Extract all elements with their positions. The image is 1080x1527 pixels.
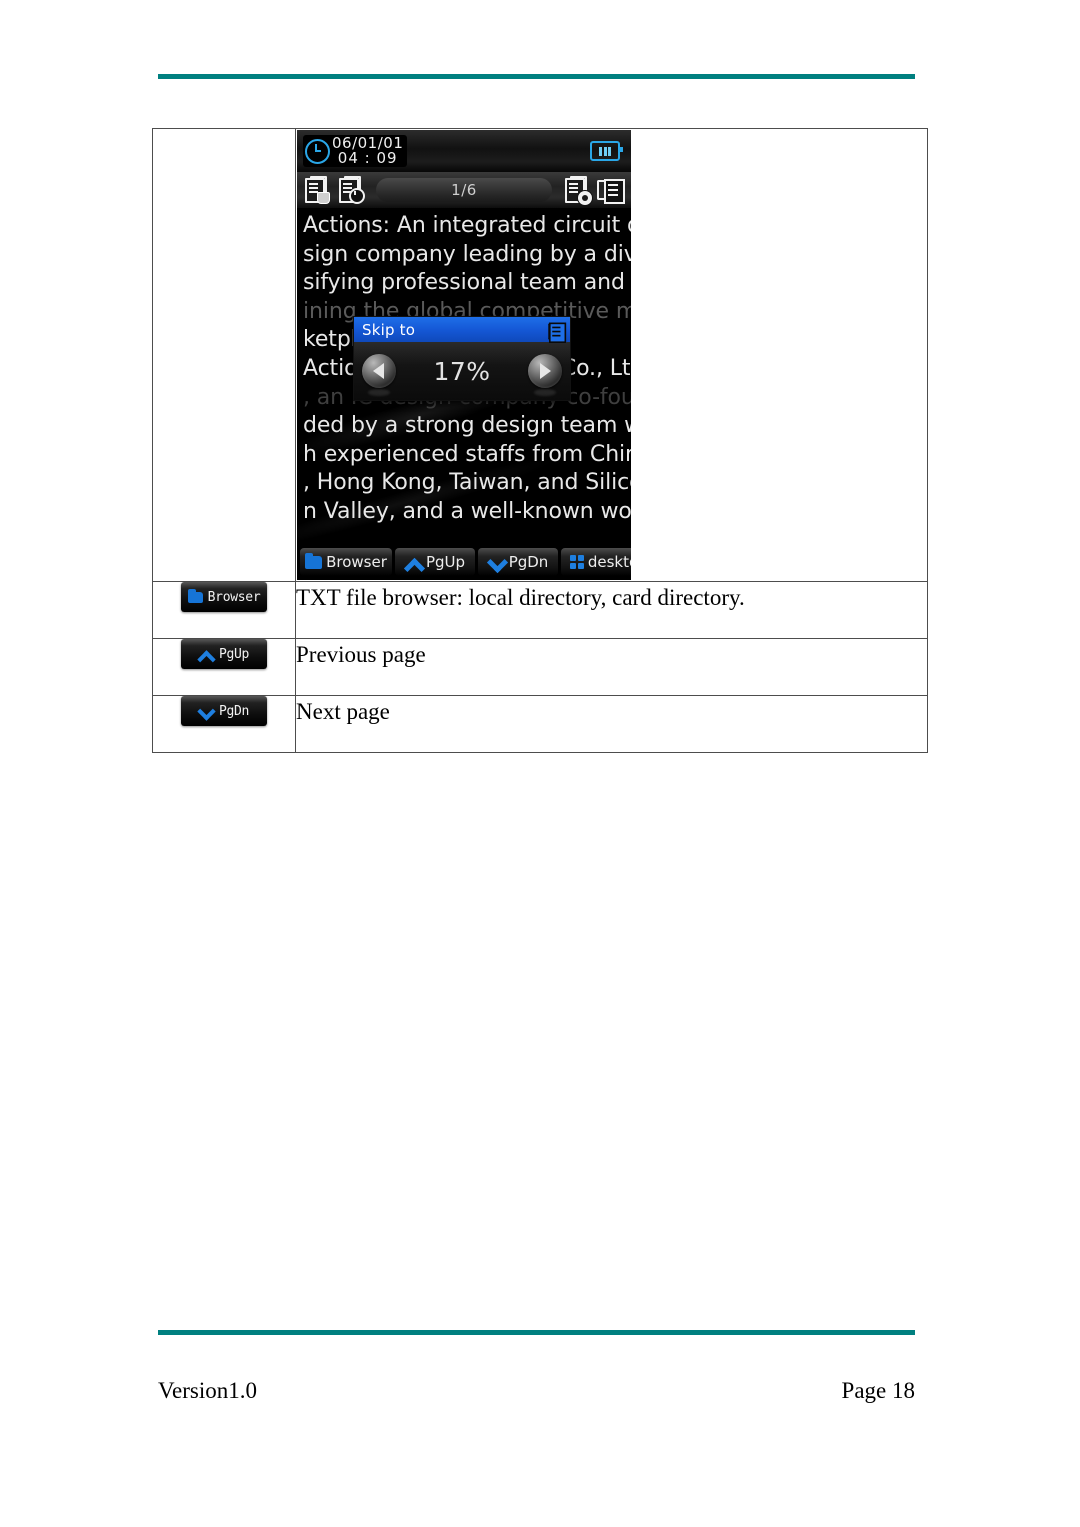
device-screen: 06/01/01 04 : 09 1/6 Actions: An integra… — [297, 130, 631, 580]
chevron-down-icon — [488, 556, 505, 568]
softkey-browser[interactable]: Browser — [300, 548, 392, 576]
status-time: 04 : 09 — [337, 149, 398, 167]
reader-line: , Hong Kong, Taiwan, and Silico — [303, 470, 631, 496]
button-description-cell: Previous page — [295, 638, 928, 696]
header-rule — [158, 74, 915, 79]
arrow-left-icon — [372, 363, 384, 379]
reader-line: ded by a strong design team wit — [303, 413, 631, 439]
device-screenshot-cell: 06/01/01 04 : 09 1/6 Actions: An integra… — [295, 128, 928, 582]
button-reference-table: 06/01/01 04 : 09 1/6 Actions: An integra… — [152, 128, 928, 753]
softkey-label: PgUp — [425, 553, 466, 571]
softkey-desktop[interactable]: deskto — [561, 548, 631, 576]
reader-line: h experienced staffs from China — [303, 441, 631, 467]
device-softkey-bar: Browser PgUp PgDn deskto — [297, 544, 631, 580]
clock-icon — [305, 138, 330, 164]
page-indicator[interactable]: 1/6 — [376, 178, 552, 202]
pgup-button-chip[interactable]: PgUp — [181, 639, 267, 669]
pgdn-button-chip[interactable]: PgDn — [181, 696, 267, 726]
folder-icon — [305, 552, 323, 569]
folder-icon — [187, 588, 203, 603]
arrow-right-icon — [540, 363, 552, 379]
skip-to-dialog-titlebar: Skip to — [354, 317, 570, 344]
softkey-pgdn[interactable]: PgDn — [478, 548, 558, 576]
chip-label: PgUp — [218, 646, 250, 662]
chevron-up-icon — [405, 556, 422, 568]
table-row: Browser TXT file browser: local director… — [152, 581, 928, 639]
softkey-pgup[interactable]: PgUp — [395, 548, 475, 576]
browser-button-chip[interactable]: Browser — [181, 582, 267, 612]
skip-to-next-button[interactable] — [527, 354, 562, 388]
reader-line: sign company leading by a diver — [303, 241, 631, 267]
reader-line: n Valley, and a well-known worl — [303, 498, 631, 524]
skip-to-icon[interactable] — [596, 177, 626, 204]
reader-line: Actions: An integrated circuit de — [303, 213, 631, 238]
empty-cell — [152, 128, 296, 582]
table-row: PgUp Previous page — [152, 638, 928, 696]
softkey-label: deskto — [587, 553, 631, 571]
footer-rule — [158, 1330, 915, 1335]
clock-block: 06/01/01 04 : 09 — [303, 134, 408, 168]
button-icon-cell: PgDn — [152, 695, 296, 753]
doc-settings-gear-icon[interactable] — [562, 176, 592, 205]
bookmark-doc-icon[interactable] — [302, 176, 332, 204]
reader-line: sifying professional team and jo — [303, 270, 631, 296]
table-row: PgDn Next page — [152, 695, 928, 753]
chip-label: Browser — [207, 589, 261, 605]
chip-label: PgDn — [218, 703, 250, 719]
chevron-up-icon — [199, 649, 214, 660]
skip-to-dialog-body: 17% — [354, 342, 570, 400]
recent-doc-icon[interactable] — [336, 176, 366, 204]
skip-to-dialog: Skip to 17% — [353, 316, 571, 401]
footer-page-number: Page 18 — [841, 1378, 915, 1403]
skip-to-dialog-title: Skip to — [362, 320, 416, 339]
grid-icon — [569, 555, 584, 569]
softkey-label: Browser — [326, 553, 387, 571]
table-row-screenshot: 06/01/01 04 : 09 1/6 Actions: An integra… — [152, 128, 928, 582]
page-footer: Version1.0 Page 18 — [158, 1378, 915, 1404]
button-description-cell: Next page — [295, 695, 928, 753]
footer-version: Version1.0 — [158, 1378, 258, 1403]
chevron-down-icon — [199, 706, 214, 717]
softkey-label: PgDn — [508, 553, 549, 571]
skip-to-icon — [547, 321, 567, 344]
button-icon-cell: Browser — [152, 581, 296, 639]
skip-to-prev-button[interactable] — [362, 354, 396, 388]
skip-to-percent-value: 17% — [433, 356, 491, 386]
device-toolbar: 1/6 — [297, 172, 631, 208]
button-icon-cell: PgUp — [152, 638, 296, 696]
button-description-cell: TXT file browser: local directory, card … — [295, 581, 928, 639]
battery-icon — [590, 141, 623, 161]
device-status-bar: 06/01/01 04 : 09 — [297, 130, 631, 172]
clock-text: 06/01/01 04 : 09 — [332, 135, 403, 167]
